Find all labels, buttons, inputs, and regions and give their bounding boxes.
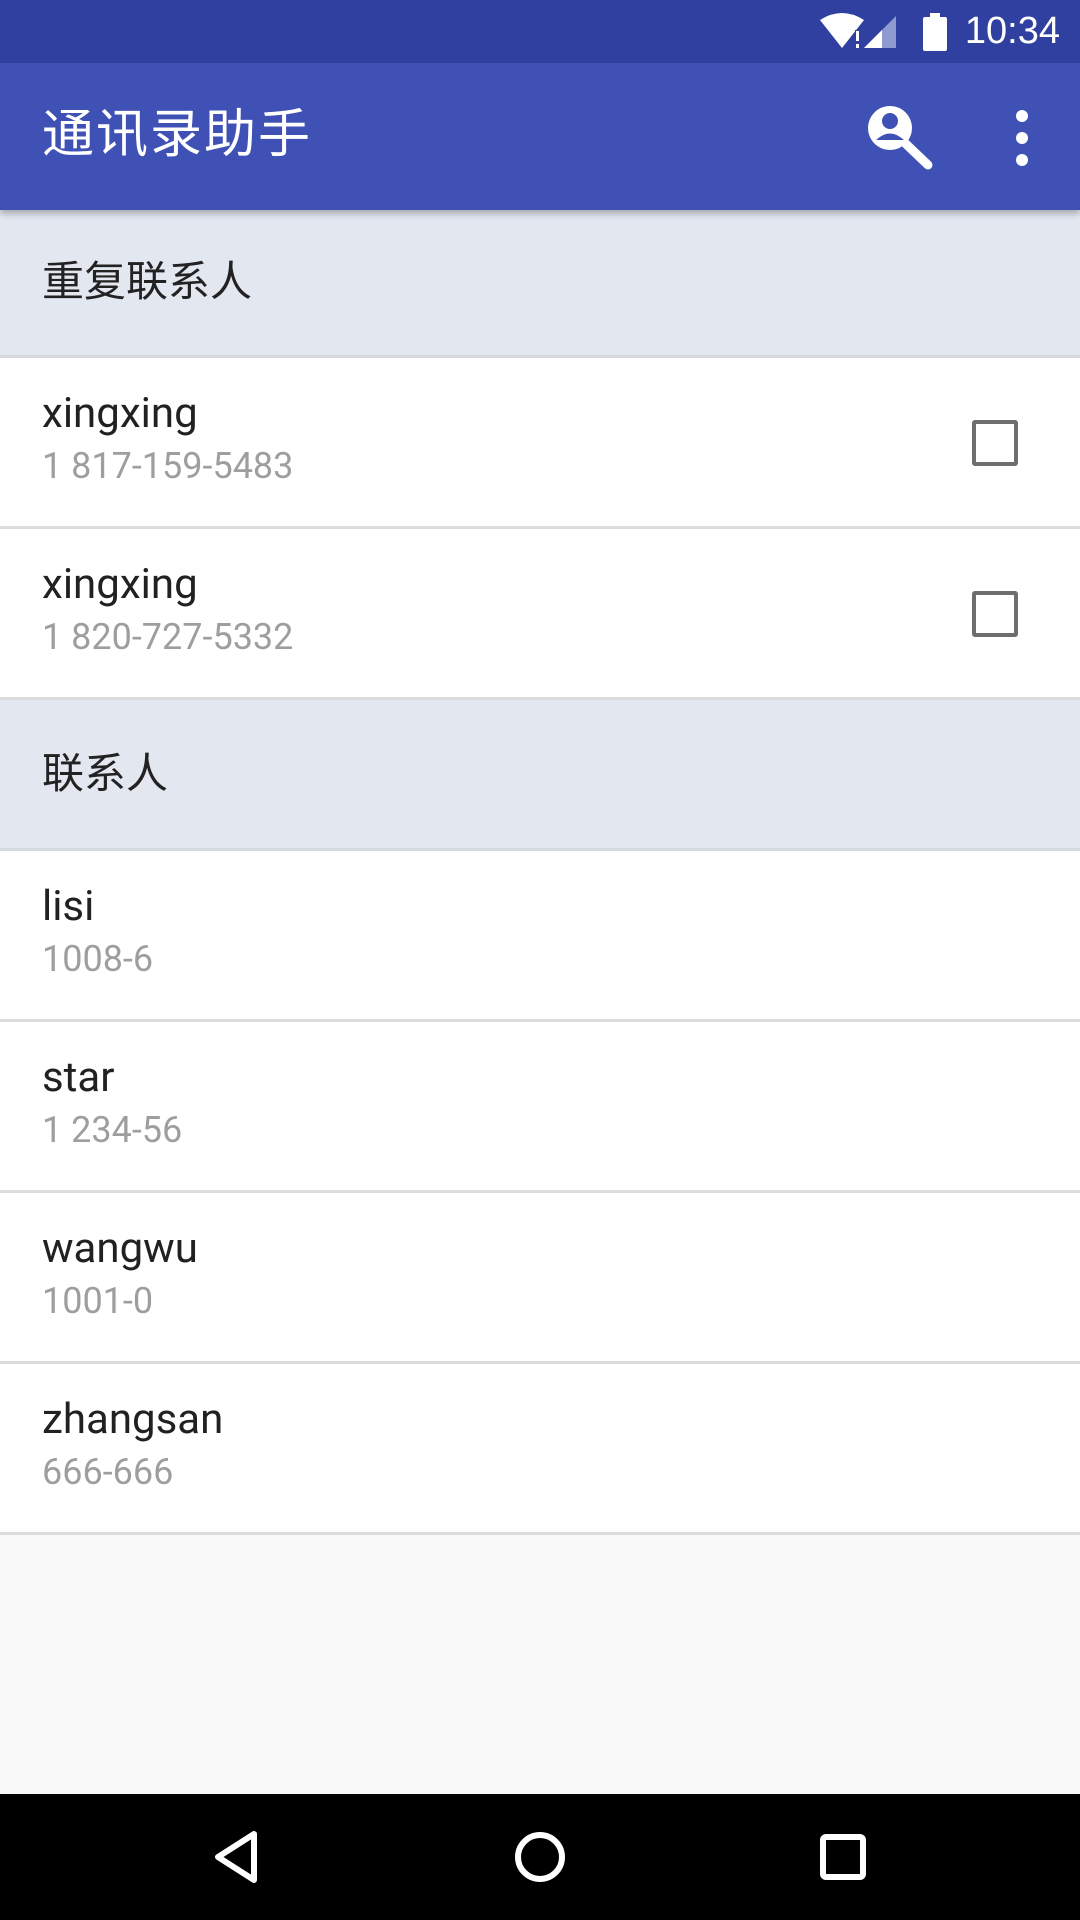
contact-phone: 1001-0 — [42, 1280, 154, 1322]
contact-phone: 666-666 — [42, 1451, 174, 1493]
app-title: 通讯录助手 — [42, 105, 313, 165]
contact-name: xingxing — [42, 560, 198, 609]
list-item[interactable]: star 1 234-56 — [0, 1022, 1080, 1193]
back-icon — [215, 1831, 257, 1883]
home-icon — [515, 1832, 565, 1882]
status-bar: 10:34 — [0, 0, 1080, 63]
home-button[interactable] — [503, 1820, 577, 1894]
contact-phone: 1 817-159-5483 — [42, 445, 294, 487]
cell-signal-icon — [864, 16, 896, 48]
contact-list: 重复联系人 xingxing 1 817-159-5483 xingxing 1… — [0, 210, 1080, 1535]
battery-icon — [923, 13, 947, 51]
list-item[interactable]: lisi 1008-6 — [0, 851, 1080, 1022]
section-header-duplicates: 重复联系人 — [0, 210, 1080, 358]
wifi-icon — [820, 13, 864, 48]
search-icon — [868, 106, 933, 170]
select-checkbox[interactable] — [972, 420, 1018, 466]
contact-name: zhangsan — [42, 1395, 224, 1444]
recents-button[interactable] — [806, 1820, 880, 1894]
list-item[interactable]: xingxing 1 820-727-5332 — [0, 529, 1080, 700]
status-time: 10:34 — [964, 10, 1060, 52]
contact-name: lisi — [42, 882, 95, 931]
more-vert-icon — [1016, 110, 1028, 166]
list-item[interactable]: zhangsan 666-666 — [0, 1364, 1080, 1535]
navigation-bar — [0, 1794, 1080, 1920]
search-button[interactable] — [862, 101, 936, 175]
contact-name: xingxing — [42, 389, 198, 438]
overflow-menu-button[interactable] — [985, 101, 1059, 175]
select-checkbox[interactable] — [972, 591, 1018, 637]
back-button[interactable] — [200, 1820, 274, 1894]
status-icons — [820, 13, 896, 48]
section-header-label: 重复联系人 — [42, 257, 253, 306]
contact-phone: 1008-6 — [42, 938, 154, 980]
contact-phone: 1 820-727-5332 — [42, 616, 294, 658]
list-item[interactable]: wangwu 1001-0 — [0, 1193, 1080, 1364]
section-header-contacts: 联系人 — [0, 700, 1080, 851]
recents-icon — [820, 1834, 866, 1880]
contact-name: wangwu — [42, 1224, 198, 1273]
section-header-label: 联系人 — [42, 749, 169, 798]
app-bar: 通讯录助手 — [0, 63, 1080, 210]
list-item[interactable]: xingxing 1 817-159-5483 — [0, 358, 1080, 529]
contact-name: star — [42, 1053, 115, 1102]
contact-phone: 1 234-56 — [42, 1109, 183, 1151]
